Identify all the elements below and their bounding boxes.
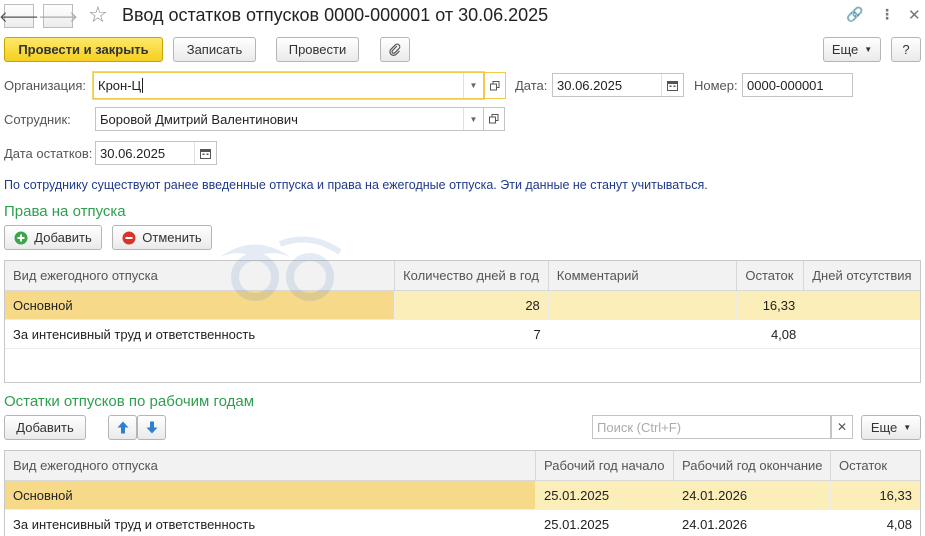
arrow-up-icon: [117, 421, 128, 434]
cell-absent: [804, 291, 920, 319]
arrow-down-icon: [146, 421, 157, 434]
info-message: По сотруднику существуют ранее введенные…: [4, 178, 708, 192]
cell-absent: [804, 320, 920, 348]
balances-section-title: Остатки отпусков по рабочим годам: [4, 393, 255, 410]
plus-circle-icon: [14, 231, 28, 244]
balance-date-label: Дата остатков:: [4, 146, 93, 161]
cell-rest: 4,08: [886, 516, 912, 532]
employee-open-button[interactable]: [483, 107, 505, 131]
save-button[interactable]: Записать: [173, 37, 256, 62]
cell-comment: [549, 291, 738, 319]
back-button[interactable]: 🡐: [0, 4, 39, 28]
cell-days: 7: [533, 326, 541, 342]
organization-open-button[interactable]: [484, 72, 506, 99]
date-field[interactable]: 30.06.2025: [552, 73, 684, 97]
arrow-right-icon: 🡒: [37, 8, 79, 26]
balances-more-label: Еще: [870, 420, 898, 435]
rights-add-button[interactable]: Добавить: [4, 225, 102, 250]
column-header[interactable]: Рабочий год начало: [536, 451, 674, 480]
post-and-close-button[interactable]: Провести и закрыть: [4, 37, 163, 62]
open-window-icon: [489, 114, 499, 124]
more-button[interactable]: Еще ▼: [823, 37, 881, 62]
balance-date-value: 30.06.2025: [100, 145, 166, 161]
cell-days: 28: [395, 291, 549, 319]
cell-start: 25.01.2025: [536, 481, 674, 509]
balances-table-header: Вид ежегодного отпуска Рабочий год начал…: [5, 451, 920, 481]
cell-kind: За интенсивный труд и ответственность: [13, 326, 256, 342]
text-cursor: [142, 78, 144, 93]
more-vertical-icon[interactable]: ⋮: [880, 6, 894, 23]
balances-more-button[interactable]: Еще ▼: [861, 415, 921, 440]
attach-button[interactable]: [380, 37, 410, 62]
number-field[interactable]: 0000-000001: [742, 73, 853, 97]
rights-table-header: Вид ежегодного отпуска Количество дней в…: [5, 261, 920, 291]
balance-date-field[interactable]: 30.06.2025: [95, 141, 217, 165]
arrow-left-icon: 🡐: [0, 8, 40, 26]
forward-button[interactable]: 🡒: [38, 4, 78, 28]
employee-value: Боровой Дмитрий Валентинович: [100, 111, 298, 127]
cell-comment: [549, 320, 738, 348]
window-title: Ввод остатков отпусков 0000-000001 от 30…: [122, 5, 549, 25]
more-label: Еще: [831, 42, 859, 57]
cell-end: 24.01.2026: [682, 516, 748, 532]
cell-rest: 16,33: [737, 291, 805, 319]
column-header[interactable]: Количество дней в год: [395, 261, 549, 290]
employee-label: Сотрудник:: [4, 112, 71, 127]
column-header[interactable]: Вид ежегодного отпуска: [5, 261, 396, 290]
balances-add-button[interactable]: Добавить: [4, 415, 86, 440]
column-header[interactable]: Комментарий: [549, 261, 738, 290]
chevron-down-icon: ▼: [903, 423, 912, 432]
open-window-icon: [490, 80, 500, 90]
chevron-down-icon[interactable]: ▼: [463, 73, 483, 98]
employee-field[interactable]: Боровой Дмитрий Валентинович ▼: [95, 107, 484, 131]
cell-kind: Основной: [5, 291, 396, 319]
cell-end: 24.01.2026: [674, 481, 831, 509]
date-label: Дата:: [515, 78, 548, 93]
post-button[interactable]: Провести: [276, 37, 359, 62]
organization-field[interactable]: Крон-Ц ▼: [93, 72, 484, 99]
number-label: Номер:: [694, 78, 738, 93]
calendar-icon[interactable]: [194, 142, 216, 164]
minus-circle-icon: [122, 231, 136, 244]
calendar-icon[interactable]: [661, 74, 683, 96]
rights-cancel-label: Отменить: [142, 230, 202, 245]
clear-search-button[interactable]: ✕: [831, 415, 853, 439]
table-row[interactable]: За интенсивный труд и ответственность 25…: [5, 510, 920, 536]
clear-icon: ✕: [836, 420, 848, 434]
rights-section-title: Права на отпуска: [4, 203, 126, 220]
cell-rest: 16,33: [879, 487, 912, 503]
organization-label: Организация:: [4, 78, 87, 93]
favorite-star-icon[interactable]: ☆: [88, 2, 108, 28]
link-icon[interactable]: 🔗: [846, 6, 863, 23]
rights-table[interactable]: Вид ежегодного отпуска Количество дней в…: [4, 260, 921, 383]
chevron-down-icon: ▼: [864, 45, 873, 54]
move-up-button[interactable]: [108, 415, 137, 440]
rights-add-label: Добавить: [34, 230, 92, 245]
date-value: 30.06.2025: [557, 77, 623, 93]
close-icon[interactable]: ✕: [908, 6, 921, 24]
move-down-button[interactable]: [137, 415, 166, 440]
table-row[interactable]: Основной 25.01.2025 24.01.2026 16,33: [5, 481, 920, 510]
column-header[interactable]: Остаток: [737, 261, 805, 290]
column-header[interactable]: Рабочий год окончание: [674, 451, 831, 480]
cell-kind: За интенсивный труд и ответственность: [13, 516, 256, 532]
cell-kind: Основной: [5, 481, 536, 509]
table-row[interactable]: Основной 28 16,33: [5, 291, 920, 320]
help-button[interactable]: ?: [891, 37, 921, 62]
table-row[interactable]: За интенсивный труд и ответственность 7 …: [5, 320, 920, 349]
organization-value: Крон-Ц: [98, 78, 142, 93]
paperclip-icon: [389, 43, 401, 56]
chevron-down-icon[interactable]: ▼: [463, 108, 483, 130]
cell-start: 25.01.2025: [544, 516, 610, 532]
balances-table[interactable]: Вид ежегодного отпуска Рабочий год начал…: [4, 450, 921, 536]
cell-rest: 4,08: [770, 326, 797, 342]
column-header[interactable]: Вид ежегодного отпуска: [5, 451, 536, 480]
rights-cancel-button[interactable]: Отменить: [112, 225, 212, 250]
column-header[interactable]: Остаток: [831, 451, 920, 480]
column-header[interactable]: Дней отсутствия: [804, 261, 920, 290]
search-input[interactable]: Поиск (Ctrl+F): [592, 415, 831, 439]
